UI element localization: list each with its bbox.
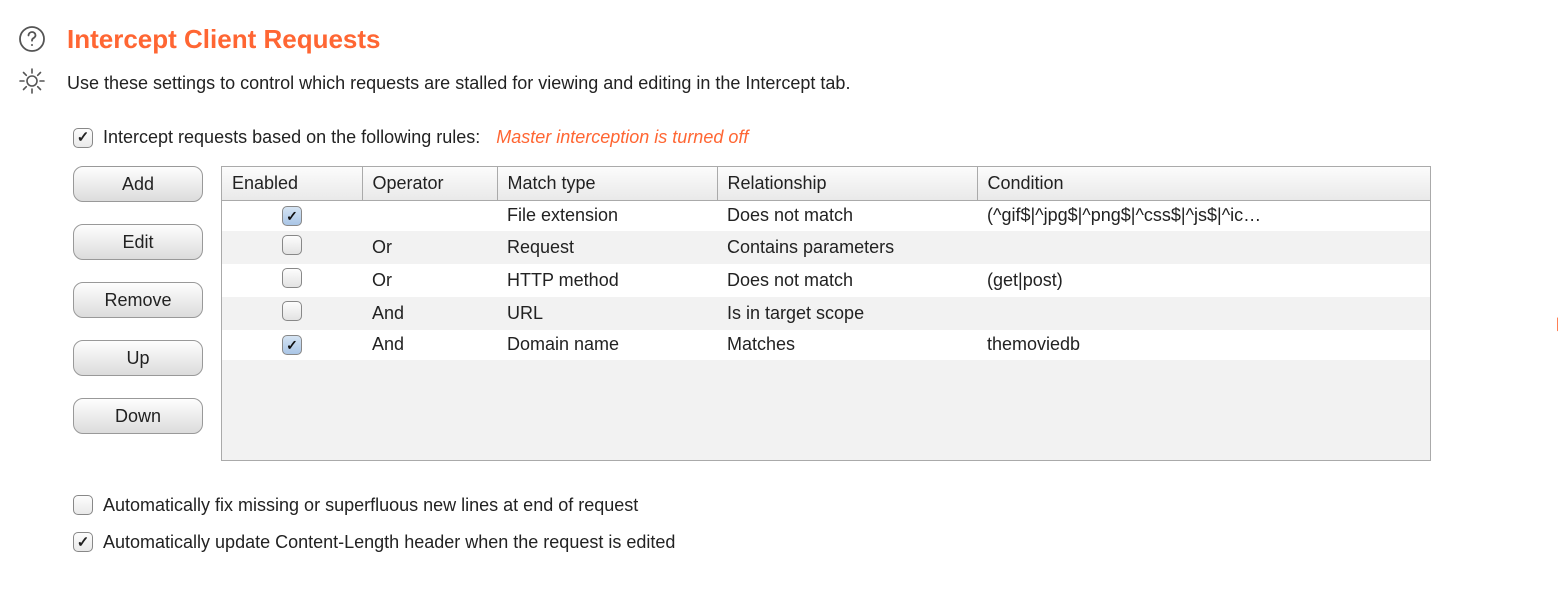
intercept-enable-label: Intercept requests based on the followin… <box>103 127 480 148</box>
cell-relationship: Does not match <box>717 264 977 297</box>
gear-icon[interactable] <box>17 66 47 101</box>
row-enabled-checkbox[interactable] <box>282 335 302 355</box>
cell-match-type: File extension <box>497 201 717 231</box>
table-row[interactable]: OrHTTP methodDoes not match(get|post) <box>222 264 1430 297</box>
fix-newlines-label: Automatically fix missing or superfluous… <box>103 495 638 516</box>
col-enabled[interactable]: Enabled <box>222 167 362 201</box>
table-header-row: Enabled Operator Match type Relationship… <box>222 167 1430 201</box>
row-enabled-checkbox[interactable] <box>282 206 302 226</box>
table-row[interactable]: File extensionDoes not match(^gif$|^jpg$… <box>222 201 1430 231</box>
cell-relationship: Does not match <box>717 201 977 231</box>
row-enabled-checkbox[interactable] <box>282 268 302 288</box>
table-row[interactable]: AndDomain nameMatchesthemoviedb <box>222 330 1430 360</box>
section-title: Intercept Client Requests <box>67 25 381 53</box>
fix-newlines-checkbox[interactable] <box>73 495 93 515</box>
table-row[interactable]: OrRequestContains parameters <box>222 231 1430 264</box>
cell-condition: (^gif$|^jpg$|^png$|^css$|^js$|^ic… <box>977 201 1430 231</box>
cell-condition: themoviedb <box>977 330 1430 360</box>
rules-table: Enabled Operator Match type Relationship… <box>221 166 1431 461</box>
row-enabled-checkbox[interactable] <box>282 235 302 255</box>
section-description: Use these settings to control which requ… <box>67 73 850 94</box>
cell-relationship: Matches <box>717 330 977 360</box>
intercept-enable-checkbox[interactable] <box>73 128 93 148</box>
col-condition[interactable]: Condition <box>977 167 1430 201</box>
cell-match-type: Request <box>497 231 717 264</box>
down-button[interactable]: Down <box>73 398 203 434</box>
cell-match-type: HTTP method <box>497 264 717 297</box>
cell-condition: (get|post) <box>977 264 1430 297</box>
update-content-length-label: Automatically update Content-Length head… <box>103 532 675 553</box>
edit-button[interactable]: Edit <box>73 224 203 260</box>
row-enabled-checkbox[interactable] <box>282 301 302 321</box>
update-content-length-checkbox[interactable] <box>73 532 93 552</box>
cell-operator: Or <box>362 264 497 297</box>
cell-relationship: Contains parameters <box>717 231 977 264</box>
col-match-type[interactable]: Match type <box>497 167 717 201</box>
cell-condition <box>977 297 1430 330</box>
col-operator[interactable]: Operator <box>362 167 497 201</box>
up-button[interactable]: Up <box>73 340 203 376</box>
cell-condition <box>977 231 1430 264</box>
cell-operator: Or <box>362 231 497 264</box>
cell-match-type: Domain name <box>497 330 717 360</box>
col-relationship[interactable]: Relationship <box>717 167 977 201</box>
add-button[interactable]: Add <box>73 166 203 202</box>
table-empty-space <box>222 360 1430 460</box>
cell-match-type: URL <box>497 297 717 330</box>
remove-button[interactable]: Remove <box>73 282 203 318</box>
master-interception-warning: Master interception is turned off <box>496 127 748 148</box>
table-row[interactable]: AndURLIs in target scope <box>222 297 1430 330</box>
cell-operator: And <box>362 330 497 360</box>
help-icon[interactable] <box>18 25 46 58</box>
cell-operator <box>362 201 497 231</box>
cell-operator: And <box>362 297 497 330</box>
cell-relationship: Is in target scope <box>717 297 977 330</box>
